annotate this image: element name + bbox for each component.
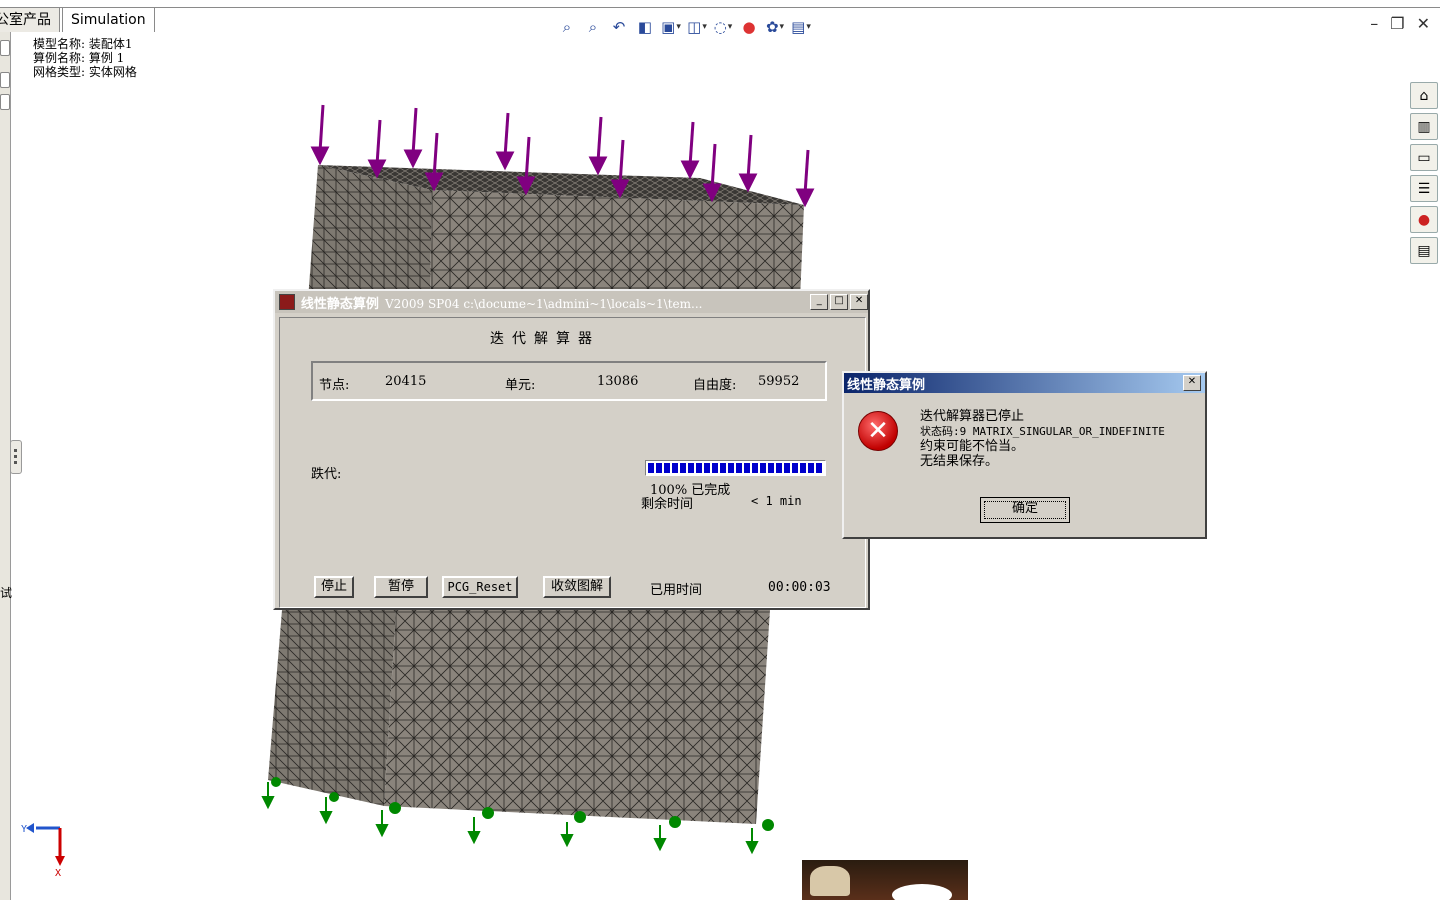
elements-label: 单元: [505,378,536,393]
error-line: 无结果保存。 [920,454,999,469]
close-icon[interactable]: ✕ [850,294,869,310]
elapsed-time-label: 已用时间 [650,583,703,598]
app-icon [279,294,295,310]
error-line: 迭代解算器已停止 [920,409,1025,424]
close-icon[interactable]: ✕ [1183,375,1201,391]
solver-progress-window[interactable]: 线性静态算例 V2009 SP04 c:\docume~1\admini~1\lo… [273,289,870,610]
triad-x-label: X [55,868,61,879]
solver-heading: 迭代解算器 [490,331,600,347]
fixture-arrow [560,811,586,848]
nodes-value: 20415 [385,374,427,389]
pause-button[interactable]: 暂停 [374,576,428,598]
maximize-icon[interactable]: □ [830,294,849,310]
stop-button[interactable]: 停止 [314,576,354,598]
cloud-shape [892,884,952,900]
solver-error-dialog[interactable]: 线性静态算例 ✕ ✕ 迭代解算器已停止 状态码:9 MATRIX_SINGULA… [842,371,1207,539]
load-arrow [702,143,722,203]
load-arrow [424,132,444,192]
error-message: 迭代解算器已停止 状态码:9 MATRIX_SINGULAR_OR_INDEFI… [920,409,1165,469]
minimize-icon[interactable]: _ [810,294,829,310]
axis-triad: Y X [21,823,65,879]
load-arrow [680,121,700,180]
iteration-label: 跌代: [311,467,342,482]
error-dialog-title-bar[interactable]: 线性静态算例 ✕ [844,373,1205,393]
error-dialog-title: 线性静态算例 [847,377,926,393]
cartoon-figure [810,866,850,896]
fixture-arrow [261,777,281,810]
progress-bar [645,460,826,476]
mesh-front-face [430,190,804,300]
fixture-arrow [745,819,774,855]
load-arrow [588,116,608,176]
load-arrow [610,139,630,199]
fixture-arrow [467,807,494,845]
progress-bar-fill [648,463,823,473]
nodes-label: 节点: [319,378,350,393]
error-status-code: 状态码:9 MATRIX_SINGULAR_OR_INDEFINITE [920,425,1165,438]
elapsed-time-value: 00:00:03 [768,580,831,595]
solver-title: 线性静态算例 V2009 SP04 c:\docume~1\admini~1\lo… [300,296,703,312]
load-arrow [495,112,515,171]
load-arrow [403,107,423,169]
mesh-stats-box: 节点: 20415 单元: 13086 自由度: 59952 [311,361,827,401]
load-arrow [310,104,330,166]
fixture-arrow [653,816,681,852]
error-icon: ✕ [858,411,898,451]
mesh-side-face [268,610,396,806]
error-line: 约束可能不恰当。 [920,439,1025,454]
triad-y-label: Y [21,824,27,835]
elements-value: 13086 [597,374,639,389]
ok-button[interactable]: 确定 [980,497,1070,523]
load-arrow [516,136,536,196]
mesh-front-face [384,610,770,824]
pcg-reset-button[interactable]: PCG_Reset [442,576,518,598]
fixture-arrow [319,792,339,825]
load-arrow [738,134,758,193]
remaining-time-label: 剩余时间 [641,497,694,512]
fixture-arrow [375,802,401,838]
solver-body: 迭代解算器 节点: 20415 单元: 13086 自由度: 59952 跌代:… [279,317,866,608]
animation-thumbnail [802,860,968,900]
load-arrow [367,119,387,179]
dof-value: 59952 [758,374,800,389]
load-arrow [795,149,815,208]
remaining-time-value: < 1 min [751,494,802,508]
convergence-plot-button[interactable]: 收敛图解 [543,576,611,598]
dof-label: 自由度: [693,378,737,393]
solver-title-bar[interactable]: 线性静态算例 V2009 SP04 c:\docume~1\admini~1\lo… [275,291,869,313]
